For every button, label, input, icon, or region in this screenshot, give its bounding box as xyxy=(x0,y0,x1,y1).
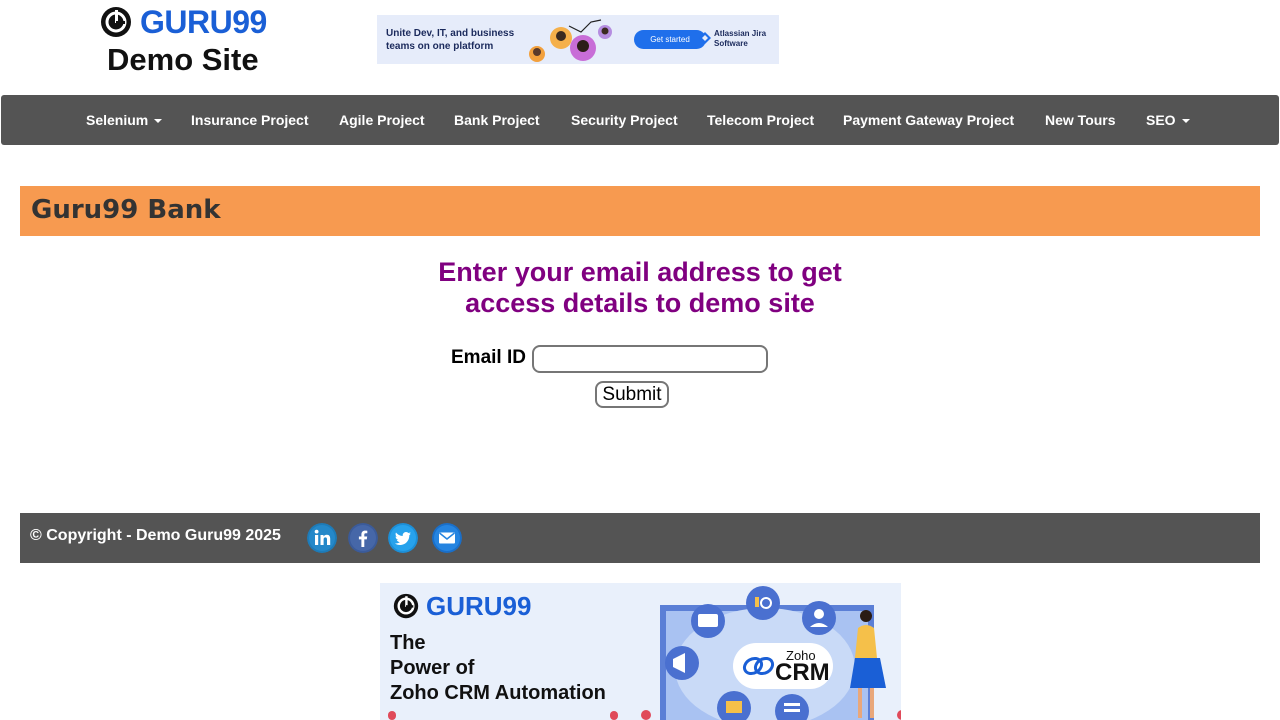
bank-title-bar: Guru99 Bank xyxy=(20,186,1260,236)
caret-down-icon xyxy=(1181,119,1190,124)
main-navbar: Selenium Insurance Project Agile Project… xyxy=(1,95,1279,145)
ad-people-illustration-icon xyxy=(529,19,612,62)
ad-decor-dot xyxy=(610,711,618,720)
ad-decor-dot xyxy=(388,711,396,720)
nav-item-agile-project[interactable]: Agile Project xyxy=(339,95,425,145)
guru99-logo-icon xyxy=(393,593,419,619)
ad-brand: Atlassian Jira Software xyxy=(714,29,767,48)
nav-item-payment-gateway-project[interactable]: Payment Gateway Project xyxy=(843,95,1014,145)
ad-logo-text: GURU99 xyxy=(426,591,532,621)
nav-item-new-tours[interactable]: New Tours xyxy=(1045,95,1116,145)
ad-headline: Unite Dev, IT, and business teams on one… xyxy=(386,28,515,52)
jira-diamond-icon xyxy=(699,32,711,44)
ad-get-started-button[interactable]: Get started xyxy=(634,30,706,49)
facebook-icon[interactable] xyxy=(348,523,378,553)
nav-item-telecom-project[interactable]: Telecom Project xyxy=(707,95,814,145)
nav-label: Insurance Project xyxy=(191,112,309,128)
crm-text: CRM xyxy=(775,659,830,686)
nav-label: Agile Project xyxy=(339,112,425,128)
email-label: Email ID xyxy=(451,347,526,368)
nav-item-seo[interactable]: SEO xyxy=(1146,95,1190,145)
top-banner-ad[interactable]: Unite Dev, IT, and business teams on one… xyxy=(377,15,779,64)
email-input[interactable] xyxy=(532,345,768,373)
crm-illustration-icon: Zoho CRM xyxy=(641,586,901,720)
logo-text: GURU99 xyxy=(140,4,267,40)
email-icon[interactable] xyxy=(432,523,462,553)
nav-label: Telecom Project xyxy=(707,112,815,128)
site-logo[interactable]: GURU99 Demo Site xyxy=(100,4,270,80)
nav-label: Bank Project xyxy=(454,112,540,128)
nav-label: Selenium xyxy=(86,112,149,128)
nav-item-bank-project[interactable]: Bank Project xyxy=(454,95,540,145)
ad-line-1: The xyxy=(390,632,426,654)
headline-line-1: Enter your email address to get xyxy=(438,257,842,287)
nav-item-insurance-project[interactable]: Insurance Project xyxy=(191,95,309,145)
form-headline: Enter your email address to get access d… xyxy=(340,257,940,319)
ad-line-3: Zoho CRM Automation xyxy=(390,682,606,704)
linkedin-icon[interactable] xyxy=(307,523,337,553)
bottom-banner-ad[interactable]: GURU99 The Power of Zoho CRM Automation … xyxy=(380,583,901,720)
logo-subtitle: Demo Site xyxy=(107,42,259,77)
nav-label: New Tours xyxy=(1045,112,1116,128)
caret-down-icon xyxy=(154,119,163,124)
submit-button[interactable]: Submit xyxy=(595,381,669,408)
nav-label: Payment Gateway Project xyxy=(843,112,1015,128)
nav-item-security-project[interactable]: Security Project xyxy=(571,95,678,145)
page-title: Guru99 Bank xyxy=(31,195,221,225)
nav-label: Security Project xyxy=(571,112,678,128)
footer: © Copyright - Demo Guru99 2025 xyxy=(20,513,1260,563)
nav-label: SEO xyxy=(1146,112,1176,128)
guru99-logo-icon xyxy=(101,7,131,37)
twitter-icon[interactable] xyxy=(388,523,418,553)
ad-line-2: Power of xyxy=(390,657,475,679)
nav-item-selenium[interactable]: Selenium xyxy=(86,95,163,145)
copyright-text: © Copyright - Demo Guru99 2025 xyxy=(30,527,281,544)
headline-line-2: access details to demo site xyxy=(465,288,815,318)
